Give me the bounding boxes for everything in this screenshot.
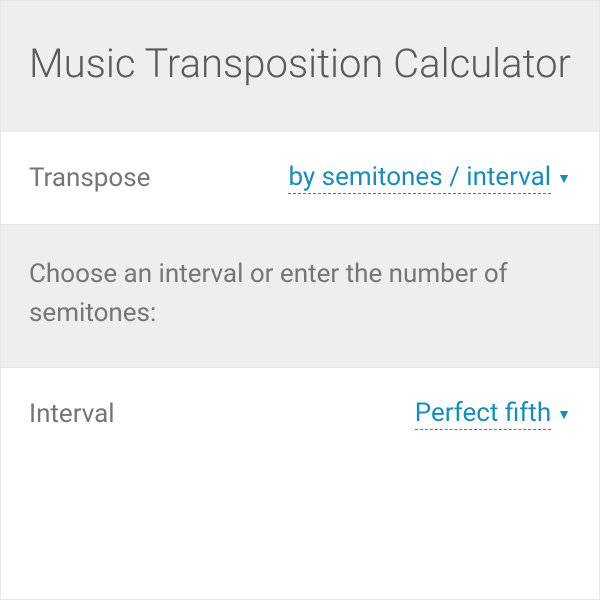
transpose-dropdown[interactable]: by semitones / interval ▼ bbox=[288, 162, 571, 194]
chevron-down-icon: ▼ bbox=[557, 170, 571, 187]
interval-label: Interval bbox=[29, 399, 115, 429]
transpose-value: by semitones / interval bbox=[288, 162, 551, 194]
page-title: Music Transposition Calculator bbox=[21, 39, 579, 89]
interval-row: Interval Perfect fifth ▼ bbox=[1, 367, 599, 460]
interval-dropdown[interactable]: Perfect fifth ▼ bbox=[415, 398, 571, 430]
calculator-container: Music Transposition Calculator Transpose… bbox=[0, 0, 600, 600]
transpose-label: Transpose bbox=[29, 163, 150, 193]
instruction-text: Choose an interval or enter the number o… bbox=[29, 255, 571, 333]
transpose-row: Transpose by semitones / interval ▼ bbox=[1, 131, 599, 224]
interval-value: Perfect fifth bbox=[415, 398, 551, 430]
header: Music Transposition Calculator bbox=[1, 1, 599, 131]
instruction-row: Choose an interval or enter the number o… bbox=[1, 224, 599, 367]
chevron-down-icon: ▼ bbox=[557, 406, 571, 423]
